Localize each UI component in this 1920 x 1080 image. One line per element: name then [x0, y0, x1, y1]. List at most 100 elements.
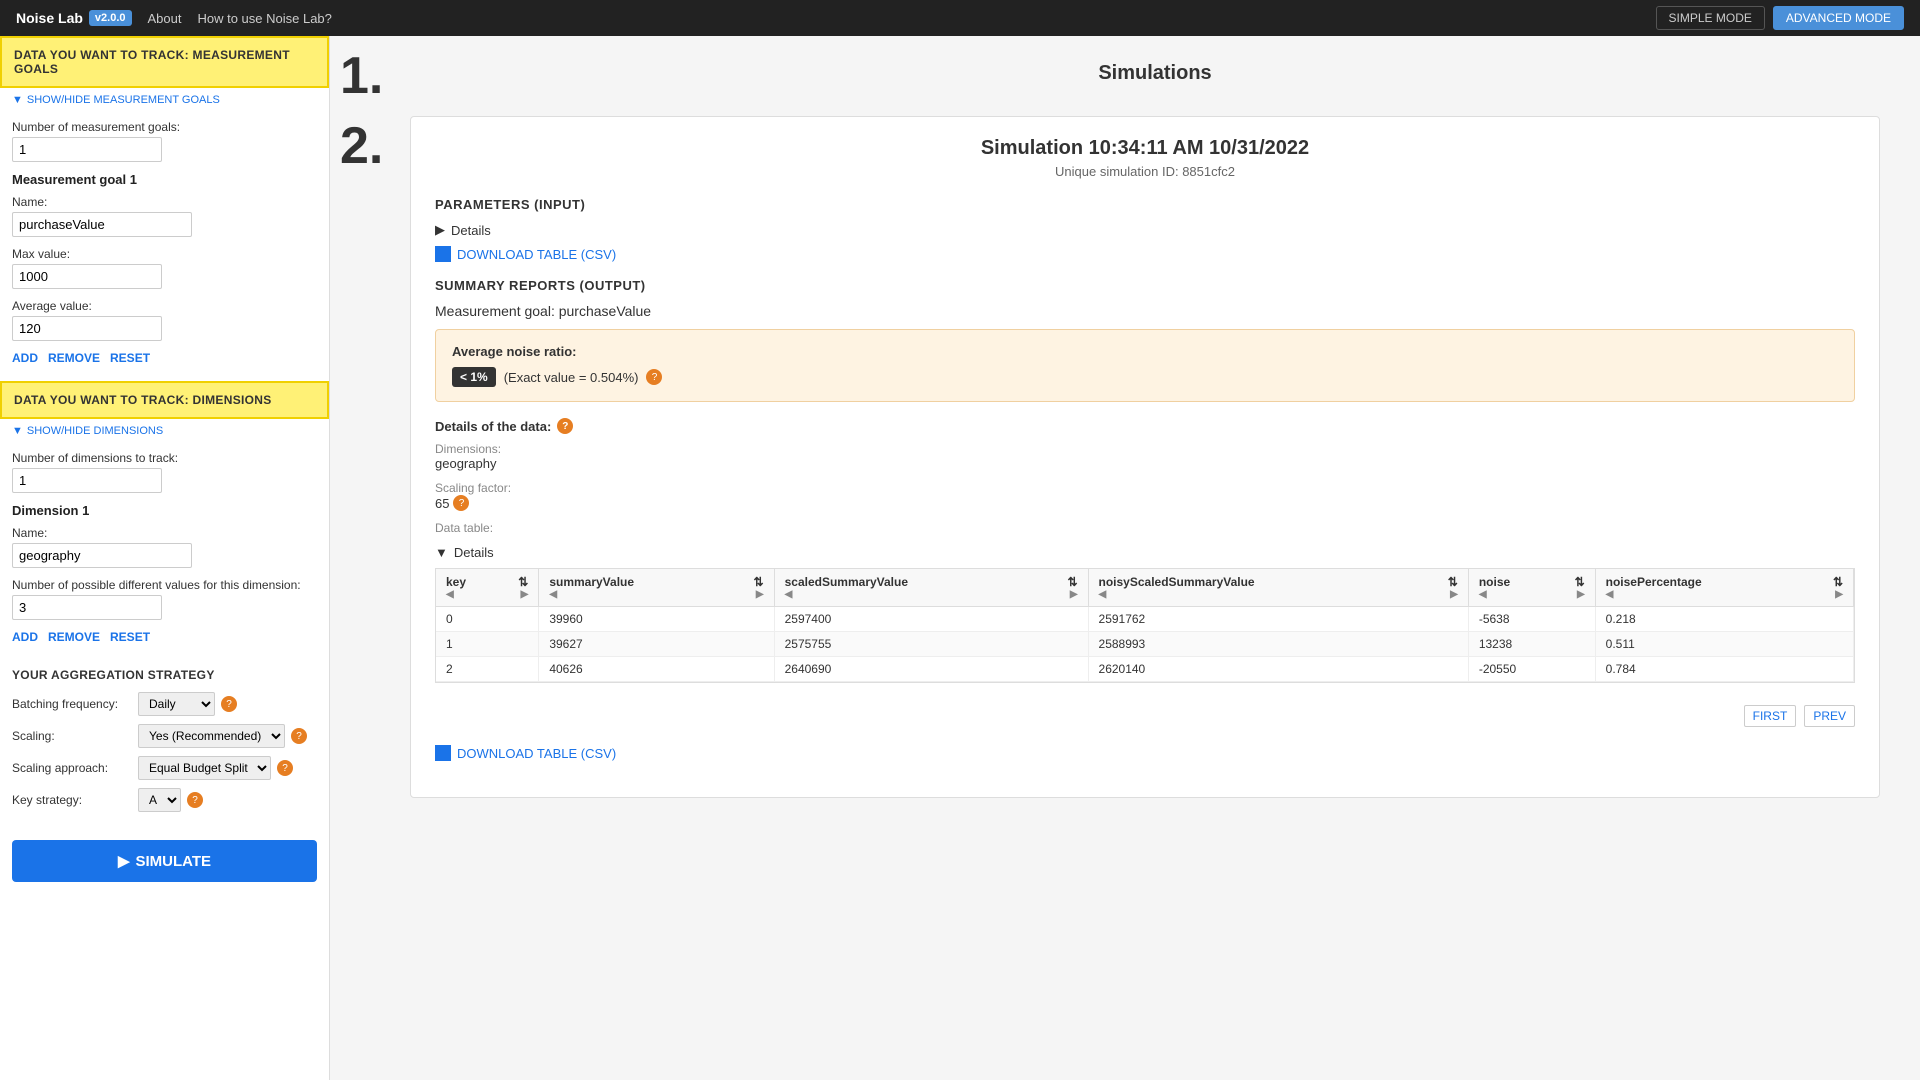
simulation-card: Simulation 10:34:11 AM 10/31/2022 Unique…	[410, 116, 1880, 798]
col-sort-icon2[interactable]: ⇅	[754, 575, 764, 589]
table-cell-key: 0	[436, 607, 539, 632]
section2-actions: ADD REMOVE RESET	[12, 630, 317, 644]
col-left-arrow5[interactable]: ◀	[1479, 589, 1487, 600]
section1-content: Number of measurement goals: Measurement…	[0, 112, 329, 381]
num-dimensions-input[interactable]	[12, 468, 162, 493]
remove-dim-link[interactable]: REMOVE	[48, 630, 100, 644]
noise-help-icon[interactable]: ?	[646, 369, 662, 385]
col-sort-icon5[interactable]: ⇅	[1575, 575, 1585, 589]
reset-dim-link[interactable]: RESET	[110, 630, 150, 644]
app-name: Noise Lab	[16, 10, 83, 26]
details-help-icon[interactable]: ?	[557, 418, 573, 434]
simulate-button[interactable]: ▶ SIMULATE	[12, 840, 317, 882]
simple-mode-button[interactable]: SIMPLE MODE	[1656, 6, 1765, 30]
col-right-arrow4[interactable]: ▶	[1450, 589, 1458, 600]
key-strategy-row: Key strategy: A B C ?	[12, 788, 317, 812]
batching-help-icon[interactable]: ?	[221, 696, 237, 712]
col-left-arrow3[interactable]: ◀	[785, 589, 793, 600]
simulate-icon: ▶	[118, 852, 130, 870]
prev-page-button[interactable]: PREV	[1804, 705, 1855, 727]
chevron-down-icon2: ▼	[12, 425, 23, 437]
show-hide-dimensions-link[interactable]: ▼ SHOW/HIDE DIMENSIONS	[0, 419, 329, 443]
key-strategy-select[interactable]: A B C	[138, 788, 181, 812]
summary-label: SUMMARY REPORTS (OUTPUT)	[435, 278, 1855, 293]
scaling-approach-help-icon[interactable]: ?	[277, 760, 293, 776]
table-cell-key: 2	[436, 657, 539, 682]
add-goal-link[interactable]: ADD	[12, 351, 38, 365]
download-csv-link[interactable]: DOWNLOAD TABLE (CSV)	[435, 246, 616, 262]
dim-name-row: Name:	[12, 526, 317, 568]
data-details-toggle[interactable]: ▼ Details	[435, 545, 1855, 560]
col-sort-icon4[interactable]: ⇅	[1448, 575, 1458, 589]
version-badge: v2.0.0	[89, 10, 132, 26]
scaling-approach-select[interactable]: Equal Budget Split Custom	[138, 756, 271, 780]
num-possible-row: Number of possible different values for …	[12, 578, 317, 620]
table-cell-key: 1	[436, 632, 539, 657]
first-page-button[interactable]: FIRST	[1744, 705, 1797, 727]
col-left-arrow[interactable]: ◀	[446, 589, 454, 600]
col-left-arrow4[interactable]: ◀	[1099, 589, 1107, 600]
scaling-factor-label: Scaling factor:	[435, 481, 1855, 495]
num-dimensions-label: Number of dimensions to track:	[12, 451, 317, 465]
dim-name-input[interactable]	[12, 543, 192, 568]
table-cell-noisyScaledSummaryValue: 2588993	[1088, 632, 1468, 657]
simulation-id: Unique simulation ID: 8851cfc2	[435, 164, 1855, 179]
table-cell-noise: -20550	[1468, 657, 1595, 682]
col-right-arrow[interactable]: ▶	[521, 589, 529, 600]
how-to-link[interactable]: How to use Noise Lab?	[197, 11, 331, 26]
table-cell-noise: 13238	[1468, 632, 1595, 657]
table-cell-scaledSummaryValue: 2597400	[774, 607, 1088, 632]
about-link[interactable]: About	[148, 11, 182, 26]
measurement-goal-1-title: Measurement goal 1	[12, 172, 317, 187]
col-left-arrow6[interactable]: ◀	[1606, 589, 1614, 600]
avg-value-row: Average value:	[12, 299, 317, 341]
simulations-title: Simulations	[390, 46, 1920, 95]
name-row: Name:	[12, 195, 317, 237]
name-input[interactable]	[12, 212, 192, 237]
dim-name-label: Name:	[12, 526, 317, 540]
main-content: 1. Simulations 2. Simulation 10:34:11 AM…	[330, 36, 1920, 1080]
col-right-arrow3[interactable]: ▶	[1070, 589, 1078, 600]
col-sort-icon3[interactable]: ⇅	[1067, 575, 1077, 589]
download-csv-link-bottom[interactable]: DOWNLOAD TABLE (CSV)	[435, 745, 616, 761]
reset-goal-link[interactable]: RESET	[110, 351, 150, 365]
batching-label: Batching frequency:	[12, 697, 132, 711]
scaling-factor-help-icon[interactable]: ?	[453, 495, 469, 511]
scaling-select[interactable]: Yes (Recommended) No	[138, 724, 285, 748]
params-label: PARAMETERS (INPUT)	[435, 197, 1855, 212]
scaling-help-icon[interactable]: ?	[291, 728, 307, 744]
table-cell-scaledSummaryValue: 2640690	[774, 657, 1088, 682]
col-left-arrow2[interactable]: ◀	[549, 589, 557, 600]
details-toggle[interactable]: ▶ Details	[435, 222, 1855, 238]
batching-select[interactable]: Daily Weekly Monthly	[138, 692, 215, 716]
col-right-arrow2[interactable]: ▶	[756, 589, 764, 600]
dimension-1-title: Dimension 1	[12, 503, 317, 518]
table-row: 13962725757552588993132380.511	[436, 632, 1854, 657]
avg-value-input[interactable]	[12, 316, 162, 341]
table-cell-noisePercentage: 0.784	[1595, 657, 1853, 682]
remove-goal-link[interactable]: REMOVE	[48, 351, 100, 365]
col-sort-icon[interactable]: ⇅	[518, 575, 528, 589]
triangle-right-icon: ▶	[435, 222, 445, 238]
summary-goal-label: Measurement goal: purchaseValue	[435, 303, 1855, 319]
num-goals-row: Number of measurement goals:	[12, 120, 317, 162]
show-hide-measurement-link[interactable]: ▼ SHOW/HIDE MEASUREMENT GOALS	[0, 88, 329, 112]
num-goals-input[interactable]	[12, 137, 162, 162]
max-value-input[interactable]	[12, 264, 162, 289]
app-brand: Noise Lab v2.0.0	[16, 10, 132, 26]
step-2-number: 2.	[330, 106, 390, 176]
scaling-label: Scaling:	[12, 729, 132, 743]
data-table-meta: Data table:	[435, 521, 1855, 535]
col-sort-icon6[interactable]: ⇅	[1833, 575, 1843, 589]
section2-title: DATA YOU WANT TO TRACK: DIMENSIONS	[14, 393, 272, 407]
aggregation-section: YOUR AGGREGATION STRATEGY Batching frequ…	[0, 660, 329, 828]
dimensions-meta-value: geography	[435, 456, 1855, 471]
col-right-arrow5[interactable]: ▶	[1577, 589, 1585, 600]
num-possible-input[interactable]	[12, 595, 162, 620]
key-strategy-help-icon[interactable]: ?	[187, 792, 203, 808]
col-right-arrow6[interactable]: ▶	[1835, 589, 1843, 600]
advanced-mode-button[interactable]: ADVANCED MODE	[1773, 6, 1904, 30]
add-dim-link[interactable]: ADD	[12, 630, 38, 644]
num-possible-label: Number of possible different values for …	[12, 578, 317, 592]
table-cell-noisyScaledSummaryValue: 2620140	[1088, 657, 1468, 682]
